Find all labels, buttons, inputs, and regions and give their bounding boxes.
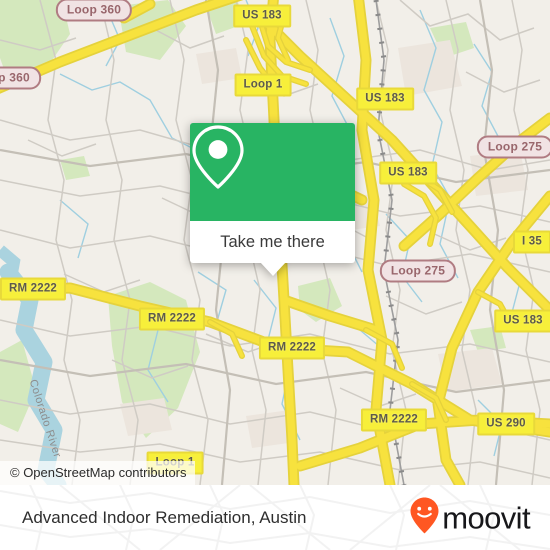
place-title: Advanced Indoor Remediation, Austin	[22, 507, 307, 527]
road-shield-label: Loop 1	[234, 73, 292, 97]
road-shield-label: I 35	[513, 230, 550, 254]
road-shield-label: Loop 275	[476, 135, 550, 159]
moovit-location-card-screenshot: Loop 360 US 183 p 360 Loop 1 US 183 Loop 275 U…	[0, 0, 550, 550]
map-canvas[interactable]: Loop 360 US 183 p 360 Loop 1 US 183 Loop 275 U…	[0, 0, 550, 485]
road-shield-label: US 183	[379, 161, 437, 185]
road-shield-label: US 183	[494, 309, 550, 333]
moovit-pin-smiley-icon	[409, 496, 440, 539]
road-shield-label: RM 2222	[258, 336, 326, 360]
road-shield-label: RM 2222	[138, 307, 206, 331]
road-shield-label: US 290	[477, 412, 535, 436]
road-shield-label: RM 2222	[0, 277, 67, 301]
callout-pointer	[259, 262, 286, 276]
moovit-wordmark: moovit	[442, 500, 530, 535]
road-shield-label: p 360	[0, 66, 41, 90]
map-attribution[interactable]: © OpenStreetMap contributors	[0, 461, 195, 485]
footer-bar: Advanced Indoor Remediation, Austin moov…	[0, 485, 550, 550]
road-shield-label: US 183	[233, 4, 291, 28]
road-shield-label: US 183	[356, 87, 414, 111]
take-me-there-label: Take me there	[220, 232, 325, 251]
moovit-logo[interactable]: moovit	[409, 496, 531, 539]
road-shield-label: Loop 275	[379, 259, 457, 283]
location-callout-card[interactable]: Take me there	[190, 123, 355, 276]
road-shield-label: Loop 360	[55, 0, 133, 22]
callout-card-action[interactable]: Take me there	[190, 221, 355, 276]
callout-card-image	[190, 123, 355, 221]
road-shield-label: RM 2222	[360, 408, 428, 432]
